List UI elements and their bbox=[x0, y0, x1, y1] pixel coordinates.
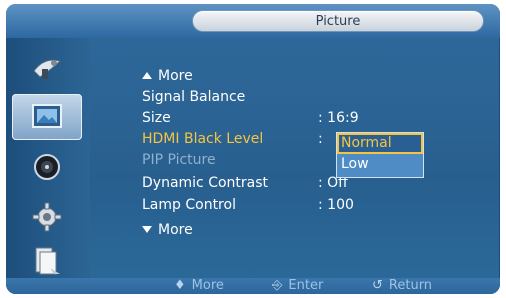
osd-menu-window: Picture More Signal Balance Size: 16:9 … bbox=[6, 4, 500, 294]
menu-item-hdmi-black-level[interactable]: HDMI Black Level : bbox=[142, 129, 323, 149]
menu-item-value: : 100 bbox=[318, 197, 354, 213]
return-icon: ↺ bbox=[372, 278, 383, 293]
hint-enter: ⎆ Enter bbox=[272, 278, 324, 293]
menu-item-dynamic-contrast[interactable]: Dynamic Contrast : Off bbox=[142, 173, 348, 193]
menu-item-signal-balance[interactable]: Signal Balance bbox=[142, 87, 245, 107]
dropdown-option-low[interactable]: Low bbox=[337, 154, 423, 175]
menu-item-pip-picture: PIP Picture bbox=[142, 152, 216, 168]
arrow-down-icon bbox=[142, 226, 152, 233]
menu-item-value: : bbox=[318, 131, 323, 147]
menu-item-lamp-control[interactable]: Lamp Control : 100 bbox=[142, 195, 354, 215]
menu-content: More Signal Balance Size : 16:9 HDMI Bla… bbox=[90, 38, 500, 278]
menu-item-size[interactable]: Size : 16:9 bbox=[142, 108, 359, 128]
sidebar-item-sound[interactable] bbox=[12, 144, 82, 190]
more-up-item[interactable]: More bbox=[142, 66, 193, 86]
dropdown-option-normal[interactable]: Normal bbox=[337, 133, 423, 154]
enter-icon: ⎆ bbox=[272, 278, 283, 293]
arrow-up-icon bbox=[142, 72, 152, 79]
hdmi-black-level-dropdown[interactable]: Normal Low bbox=[336, 132, 424, 178]
speaker-icon bbox=[34, 154, 60, 180]
page-title: Picture bbox=[192, 10, 484, 32]
updown-arrows-icon: ♦ bbox=[174, 278, 186, 293]
picture-icon bbox=[32, 104, 62, 128]
menu-item-value: : 16:9 bbox=[318, 110, 359, 126]
sidebar-item-picture[interactable] bbox=[12, 94, 82, 140]
document-icon bbox=[35, 247, 60, 275]
sidebar-item-input[interactable] bbox=[12, 44, 82, 90]
gear-icon bbox=[32, 202, 62, 232]
bottom-hint-bar: ♦ More ⎆ Enter ↺ Return bbox=[6, 278, 500, 294]
title-bar: Picture bbox=[6, 4, 500, 38]
sidebar-item-setup[interactable] bbox=[12, 194, 82, 240]
hint-return: ↺ Return bbox=[372, 278, 433, 293]
hint-more: ♦ More bbox=[174, 278, 224, 293]
more-down-item[interactable]: More bbox=[142, 220, 193, 240]
satellite-dish-icon bbox=[33, 59, 61, 79]
sidebar bbox=[6, 38, 90, 278]
